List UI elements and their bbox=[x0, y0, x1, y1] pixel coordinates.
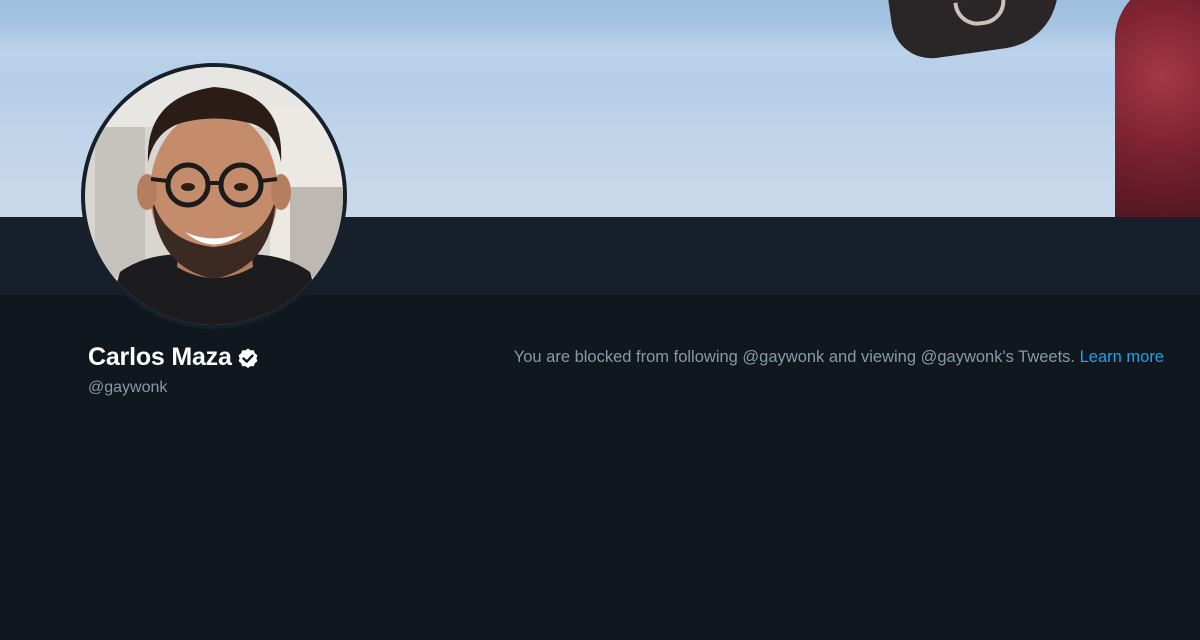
blocked-notice-text: You are blocked from following @gaywonk … bbox=[513, 348, 1080, 366]
profile-name: Carlos Maza bbox=[88, 343, 232, 371]
verified-badge-icon bbox=[236, 347, 260, 371]
profile-handle: @gaywonk bbox=[88, 379, 168, 396]
blocked-notice: You are blocked from following @gaywonk … bbox=[514, 348, 1164, 367]
avatar-photo bbox=[85, 67, 343, 325]
banner-object-ring bbox=[953, 0, 1009, 29]
learn-more-link[interactable]: Learn more bbox=[1080, 348, 1164, 366]
profile-page: Carlos Maza @gaywonk You are blocked fro… bbox=[0, 0, 1200, 640]
profile-name-row: Carlos Maza bbox=[88, 343, 260, 372]
avatar[interactable] bbox=[81, 63, 347, 329]
banner-figure bbox=[1115, 0, 1200, 217]
